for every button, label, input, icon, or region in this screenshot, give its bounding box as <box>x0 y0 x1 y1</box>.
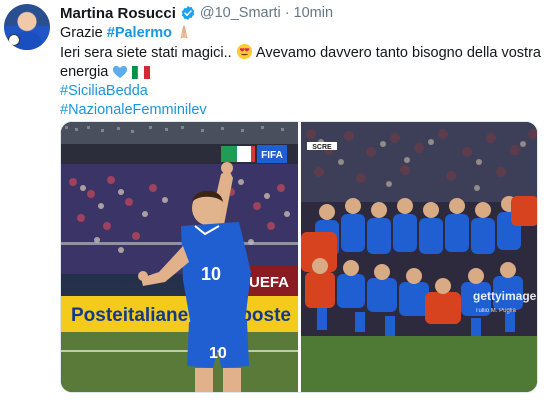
tweet-line-3: energia <box>60 63 540 82</box>
hashtag-siciliabedda[interactable]: #SiciliaBedda <box>60 82 540 101</box>
stadium-sign-text: SCRE <box>312 144 332 151</box>
poste-banner-right-text: poste <box>240 305 291 326</box>
uefa-board-text: UEFA <box>249 274 289 291</box>
author-handle[interactable]: @10_Smarti <box>200 5 281 21</box>
praying-hands-icon <box>180 25 188 39</box>
author-name[interactable]: Martina Rosucci <box>60 5 176 22</box>
tweet-timestamp[interactable]: 10min <box>294 5 334 21</box>
tweet-line-2-rest: Avevamo davvero tanto bisogno della vost… <box>255 45 541 61</box>
tweet-card: Martina Rosucci @10_Smarti · 10min Grazi… <box>0 0 547 400</box>
separator-dot: · <box>284 5 290 21</box>
photo-team-celebration[interactable]: SCRE gettyimages Tullio M. Puglia <box>301 122 538 392</box>
blue-heart-icon <box>113 65 128 78</box>
media-grid: FIFA UEFA Posteitaliane poste 10 10 SCRE… <box>60 121 538 393</box>
photo-player-posing-scene: FIFA UEFA Posteitaliane poste 10 10 <box>61 122 298 392</box>
tweet-line-2: Ieri sera siete stati magici.. Avevamo d… <box>60 43 541 63</box>
tweet-line-1: Grazie #Palermo <box>60 24 540 43</box>
hashtag-nazionalefemminile[interactable]: #NazionaleFemminilev <box>60 101 540 120</box>
tweet-line-1-prefix: Grazie <box>60 25 107 41</box>
heart-eyes-emoji-icon <box>236 43 252 60</box>
tweet-text: Grazie #Palermo Ieri sera siete stati ma… <box>60 24 541 120</box>
photo-credit-text: Tullio M. Puglia <box>475 308 516 314</box>
getty-watermark-text: gettyimages <box>473 289 538 303</box>
jersey-number-chest: 10 <box>201 264 221 284</box>
author-avatar[interactable] <box>4 4 50 50</box>
fifa-board-text: FIFA <box>261 150 283 161</box>
tweet-line-3-text: energia <box>60 64 113 80</box>
jersey-number-shorts: 10 <box>209 345 227 362</box>
photo-team-celebration-scene: SCRE gettyimages Tullio M. Puglia <box>301 122 538 392</box>
tweet-header: Martina Rosucci @10_Smarti · 10min <box>60 4 333 22</box>
avatar-ball <box>8 34 20 46</box>
photo-player-posing[interactable]: FIFA UEFA Posteitaliane poste 10 10 <box>61 122 298 392</box>
verified-badge-icon <box>181 6 195 20</box>
italy-flag-icon <box>132 66 151 79</box>
tweet-line-2-text: Ieri sera siete stati magici.. <box>60 45 236 61</box>
poste-banner-text: Posteitaliane <box>71 305 188 326</box>
hashtag-palermo[interactable]: #Palermo <box>107 25 172 41</box>
